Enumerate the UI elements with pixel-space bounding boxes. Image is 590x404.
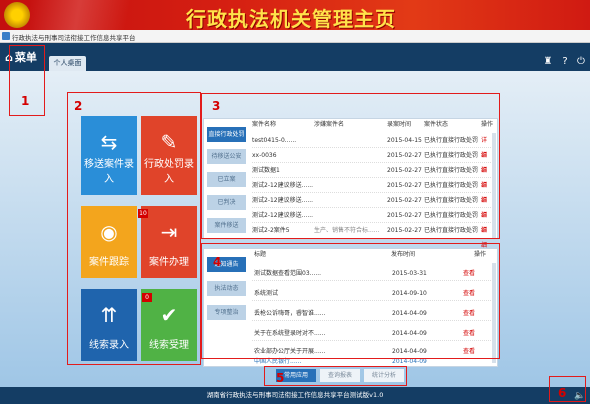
tab-personal-desktop[interactable]: 个人桌面: [49, 56, 86, 71]
app-icon: [2, 32, 10, 40]
annotation-number: 1: [21, 94, 30, 108]
annotation-number: 2: [74, 99, 83, 113]
flag-decoration: [30, 0, 150, 30]
annotation-box: [264, 366, 407, 386]
annotation-box: [67, 92, 201, 365]
window-titlebar: 行政执法与刑事司法衔接工作信息共享平台: [0, 30, 590, 43]
annotation-number: 6: [558, 386, 567, 400]
top-banner: 行政执法机关管理主页: [0, 0, 590, 31]
banner-title: 行政执法机关管理主页: [186, 7, 396, 31]
annotation-number: 5: [276, 371, 285, 385]
footer: 湖南省行政执法与刑事司法衔接工作信息共享平台测试版v1.0: [0, 387, 590, 404]
party-emblem-icon: [4, 2, 30, 28]
nav-bar: [0, 43, 590, 71]
annotation-number: 4: [213, 255, 222, 269]
power-icon[interactable]: ⏻: [576, 56, 586, 68]
annotation-box: [201, 93, 500, 239]
annotation-box: [201, 243, 500, 359]
window-title: 行政执法与刑事司法衔接工作信息共享平台: [12, 34, 136, 42]
annotation-box: [549, 376, 586, 402]
annotation-number: 3: [212, 99, 221, 113]
help-icon[interactable]: ?: [560, 56, 570, 68]
shirt-icon[interactable]: ♜: [543, 56, 553, 68]
